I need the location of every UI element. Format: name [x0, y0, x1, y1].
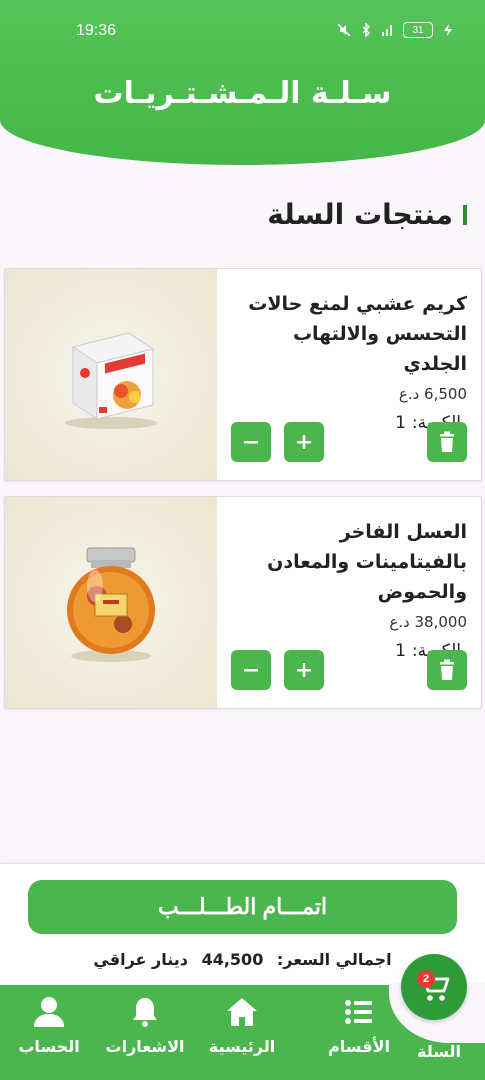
checkout-button[interactable]: اتمـــام الطـــلـــب	[28, 880, 457, 934]
cart-item-details: كريم عشبي لمنع حالات التحسس والالتهاب ال…	[217, 269, 481, 480]
increase-quantity-button[interactable]	[284, 422, 324, 462]
status-icons: 31	[337, 22, 455, 38]
plus-icon	[297, 663, 311, 677]
nav-label-cart: السلة	[416, 1042, 461, 1061]
section-heading: منتجات السلة	[267, 198, 467, 231]
nav-label: الأقسام	[328, 1037, 390, 1056]
nav-item-home[interactable]: الرئيسية	[202, 995, 282, 1056]
quantity-stepper	[231, 422, 324, 462]
nav-label: الاشعارات	[105, 1037, 185, 1056]
product-price: 6,500 د.ع	[398, 385, 467, 403]
nav-item-account[interactable]: الحساب	[9, 995, 89, 1056]
nav-item-notifications[interactable]: الاشعارات	[105, 995, 185, 1056]
trash-icon	[440, 431, 454, 452]
status-time: 19:36	[76, 22, 117, 39]
battery-level: 31	[412, 24, 424, 36]
decrease-quantity-button[interactable]	[231, 422, 271, 462]
home-icon	[227, 998, 257, 1026]
status-bar: 19:36 31	[0, 0, 485, 62]
total-label: اجمالي السعر:	[276, 950, 392, 969]
section-accent-bar	[463, 204, 467, 225]
app-header: 19:36 31 سـلـة الـمـشـتـريـات	[0, 0, 485, 165]
cart-count-badge: 2	[417, 970, 435, 988]
minus-icon	[244, 441, 258, 444]
signal-icon	[382, 25, 392, 36]
delete-item-button[interactable]	[427, 650, 467, 690]
product-price: 38,000 د.ع	[389, 613, 467, 631]
product-image	[5, 269, 217, 480]
product-image	[5, 497, 217, 708]
list-icon	[345, 1000, 372, 1024]
cart-item-actions	[231, 650, 467, 690]
plus-icon	[297, 435, 311, 449]
cart-item: كريم عشبي لمنع حالات التحسس والالتهاب ال…	[4, 268, 482, 481]
honey-jar-image	[67, 547, 155, 662]
user-icon	[34, 997, 64, 1027]
increase-quantity-button[interactable]	[284, 650, 324, 690]
mute-icon	[337, 23, 351, 37]
total-value: 44,500	[201, 950, 264, 969]
cart-item: العسل الفاخر بالفيتامينات والمعادن والحم…	[4, 496, 482, 709]
section-title: منتجات السلة	[267, 198, 453, 231]
trash-icon	[440, 659, 454, 680]
charging-icon	[444, 24, 452, 36]
delete-item-button[interactable]	[427, 422, 467, 462]
bell-icon	[133, 998, 157, 1027]
battery-icon: 31	[403, 22, 433, 38]
nav-item-cart[interactable]: 2	[401, 954, 467, 1020]
cart-item-actions	[231, 422, 467, 462]
minus-icon	[244, 669, 258, 672]
bluetooth-icon	[362, 23, 370, 37]
quantity-stepper	[231, 650, 324, 690]
nav-label: الرئيسية	[208, 1037, 276, 1056]
nav-item-categories[interactable]: الأقسام	[319, 995, 399, 1056]
nav-label: الحساب	[18, 1037, 80, 1056]
cream-box-image	[65, 331, 157, 429]
decrease-quantity-button[interactable]	[231, 650, 271, 690]
page-title: سـلـة الـمـشـتـريـات	[93, 76, 392, 111]
total-currency: دينار عراقي	[93, 950, 188, 969]
cart-item-details: العسل الفاخر بالفيتامينات والمعادن والحم…	[217, 497, 481, 708]
product-name: العسل الفاخر بالفيتامينات والمعادن والحم…	[267, 521, 467, 603]
product-name: كريم عشبي لمنع حالات التحسس والالتهاب ال…	[248, 293, 467, 375]
